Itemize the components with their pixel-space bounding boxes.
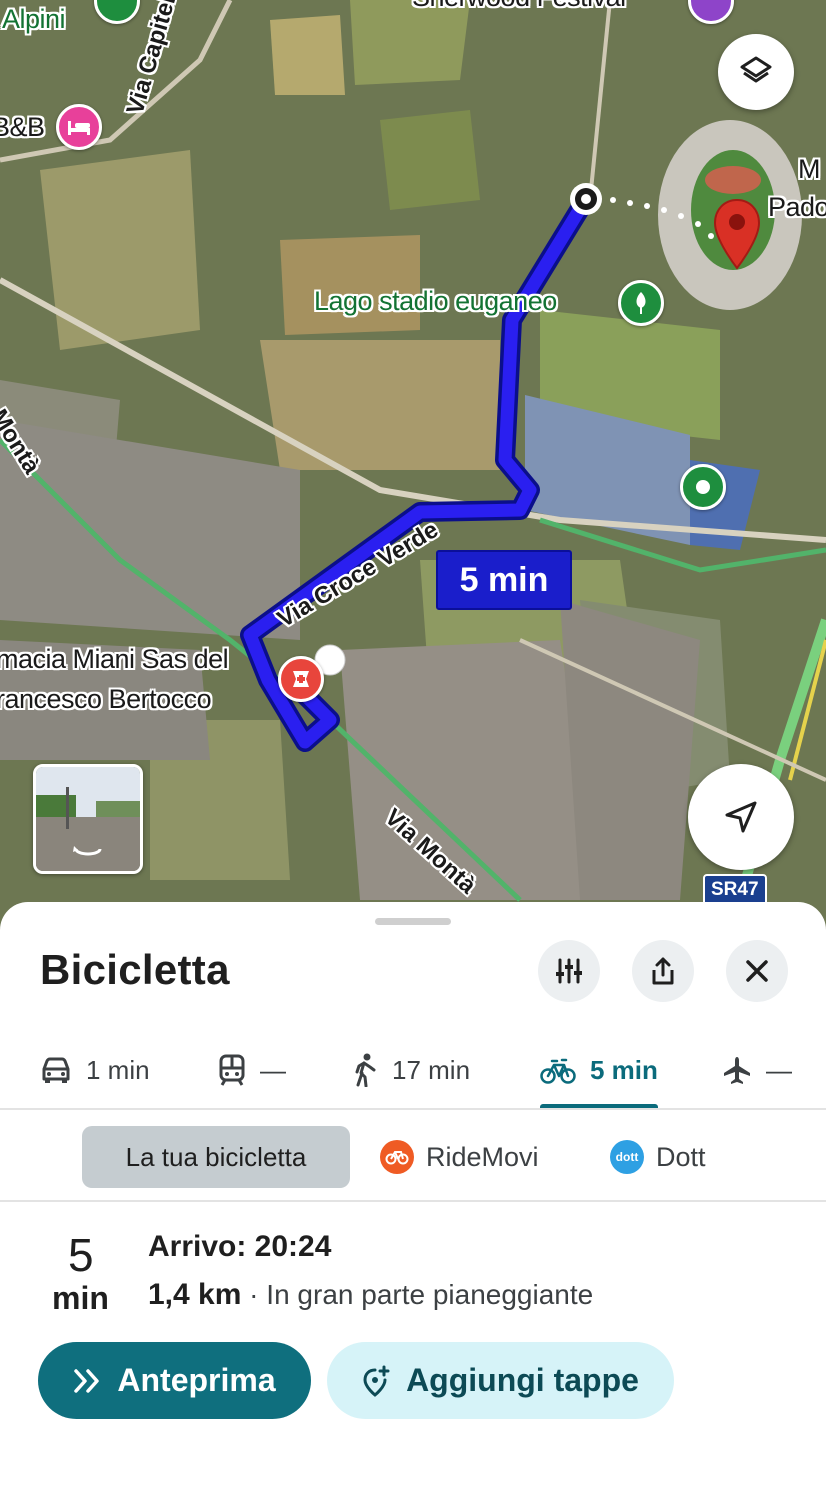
preview-button-label: Anteprima xyxy=(117,1362,276,1398)
tab-bike[interactable]: 5 min xyxy=(540,1030,658,1110)
close-icon xyxy=(746,960,768,982)
provider-dott-label: Dott xyxy=(656,1141,706,1172)
map-label-lago-stadio: Lago stadio euganeo xyxy=(314,286,557,316)
add-stops-button-label: Aggiungi tappe xyxy=(406,1362,639,1398)
street-view-image xyxy=(36,767,140,871)
map-label-farmacia-line2: rancesco Bertocco xyxy=(0,684,212,714)
tab-flight-label: — xyxy=(766,1054,792,1085)
tab-flight[interactable]: — xyxy=(722,1030,792,1110)
map-poi-green-marker[interactable] xyxy=(680,464,726,510)
route-options-button[interactable] xyxy=(538,940,600,1002)
tab-transit-label: — xyxy=(260,1054,286,1085)
plane-icon xyxy=(724,1057,750,1084)
map-label-bnb: B&B xyxy=(0,112,45,142)
tune-icon xyxy=(556,958,582,984)
add-location-icon xyxy=(363,1365,390,1397)
duration-unit: min xyxy=(52,1280,109,1316)
double-chevron-icon xyxy=(74,1368,100,1393)
navigation-arrow-icon xyxy=(725,801,757,833)
route-time-badge: 5 min xyxy=(436,550,572,610)
street-view-thumbnail[interactable] xyxy=(33,764,143,874)
tab-walk-label: 17 min xyxy=(392,1054,471,1085)
travel-mode-tabs: 1 min — 17 min 5 min — xyxy=(0,1030,826,1110)
hotel-icon[interactable] xyxy=(56,104,102,150)
sheet-drag-handle[interactable] xyxy=(375,918,451,925)
bike-icon xyxy=(540,1058,576,1084)
map-view[interactable]: Alpini B&B Via Capitel Sherwood Festival… xyxy=(0,0,826,940)
park-icon[interactable] xyxy=(618,280,664,326)
provider-ridemovi-label: RideMovi xyxy=(426,1141,539,1172)
route-terrain: In gran parte pianeggiante xyxy=(266,1279,594,1310)
tab-walk[interactable]: 17 min xyxy=(352,1030,470,1110)
tab-bike-label: 5 min xyxy=(590,1054,658,1085)
route-separator: · xyxy=(241,1279,267,1310)
tab-transit[interactable]: — xyxy=(218,1030,286,1110)
tabs-divider xyxy=(0,1108,826,1110)
close-button[interactable] xyxy=(726,940,788,1002)
provider-dott[interactable]: dott Dott xyxy=(610,1126,706,1188)
ridemovi-icon xyxy=(380,1140,414,1174)
share-icon xyxy=(652,957,674,985)
duration-value: 5 xyxy=(68,1229,94,1281)
providers-divider xyxy=(0,1200,826,1202)
provider-own-bike[interactable]: La tua bicicletta xyxy=(82,1126,350,1188)
train-icon xyxy=(219,1054,245,1086)
destination-pin-icon[interactable] xyxy=(712,198,762,272)
dott-logo-icon: dott xyxy=(610,1140,644,1174)
map-label-m: M xyxy=(798,154,821,184)
my-location-button[interactable] xyxy=(688,764,794,870)
tab-car-label: 1 min xyxy=(86,1054,150,1085)
arrival-time: Arrivo: 20:24 xyxy=(148,1230,332,1263)
route-details: 1,4 km · In gran parte pianeggiante xyxy=(148,1278,593,1312)
layers-button[interactable] xyxy=(718,34,794,110)
preview-button[interactable]: Anteprima xyxy=(38,1342,311,1419)
map-label-farmacia-line1: macia Miani Sas del xyxy=(0,644,229,674)
sheet-title: Bicicletta xyxy=(40,946,230,993)
map-label-pado: Pado xyxy=(768,192,826,222)
provider-ridemovi[interactable]: RideMovi xyxy=(380,1126,539,1188)
pharmacy-icon[interactable] xyxy=(278,656,324,702)
add-stops-button[interactable]: Aggiungi tappe xyxy=(327,1342,674,1419)
bike-provider-selector: La tua bicicletta RideMovi dott Dott xyxy=(0,1124,826,1190)
walk-icon xyxy=(355,1053,376,1087)
tab-car[interactable]: 1 min xyxy=(40,1030,150,1110)
car-icon xyxy=(42,1057,70,1083)
route-distance: 1,4 km xyxy=(148,1278,242,1311)
directions-sheet: Bicicletta 1 min — 17 min 5 min — La tua… xyxy=(0,902,826,1500)
layers-icon xyxy=(740,56,772,83)
share-button[interactable] xyxy=(632,940,694,1002)
map-label-sherwood: Sherwood Festival xyxy=(412,0,626,13)
map-label-alpini: Alpini xyxy=(2,4,66,34)
